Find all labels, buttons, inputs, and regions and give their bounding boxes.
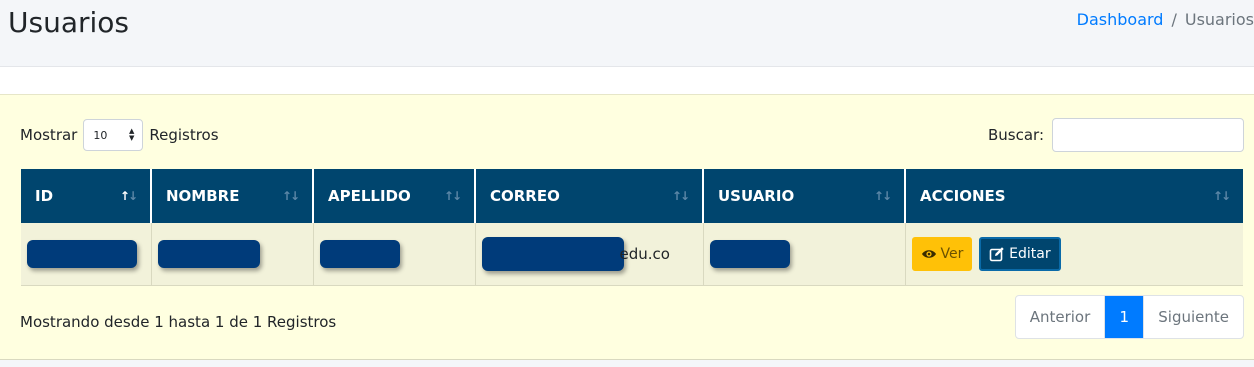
column-header-apellido[interactable]: APELLIDO ↑↓ xyxy=(313,169,476,223)
length-control: Mostrar 10 ▲ ▼ Registros xyxy=(20,119,219,151)
content-spacer xyxy=(0,66,1254,95)
page-length-value: 10 xyxy=(93,128,108,142)
pagination-page-1[interactable]: 1 xyxy=(1105,296,1145,338)
table-row: edu.co Ver Editar xyxy=(21,223,1243,286)
eye-icon xyxy=(921,250,936,258)
records-label: Registros xyxy=(149,126,219,144)
table-info: Mostrando desde 1 hasta 1 de 1 Registros xyxy=(20,313,337,331)
view-button-label: Ver xyxy=(940,245,964,262)
breadcrumb-current: Usuarios xyxy=(1184,10,1254,29)
search-control: Buscar: xyxy=(988,118,1244,152)
show-label: Mostrar xyxy=(20,126,78,144)
pagination: Anterior 1 Siguiente xyxy=(1014,295,1244,339)
sort-icon: ↑↓ xyxy=(671,189,690,203)
redaction-block xyxy=(319,239,400,268)
search-label: Buscar: xyxy=(987,126,1044,144)
email-suffix: edu.co xyxy=(619,244,670,263)
select-caret-icon: ▲ ▼ xyxy=(128,127,135,142)
cell-id xyxy=(21,223,152,286)
redaction-block xyxy=(157,239,260,268)
cell-apellido xyxy=(313,223,476,286)
users-table: ID ↑↓ NOMBRE ↑↓ APELLIDO ↑↓ CORREO ↑↓ USUARI… xyxy=(21,169,1243,286)
column-header-correo[interactable]: CORREO ↑↓ xyxy=(475,169,704,223)
redaction-block xyxy=(481,236,624,271)
sort-icon: ↑↓ xyxy=(281,189,300,203)
cell-usuario xyxy=(703,223,906,286)
edit-button[interactable]: Editar xyxy=(979,236,1061,271)
view-button[interactable]: Ver xyxy=(911,236,973,271)
redaction-block xyxy=(27,239,137,268)
pagination-next[interactable]: Siguiente xyxy=(1144,296,1243,338)
column-header-id[interactable]: ID ↑↓ xyxy=(21,169,152,223)
cell-correo: edu.co xyxy=(475,223,704,286)
breadcrumb-separator: / xyxy=(1171,10,1177,29)
sort-icon: ↑↓ xyxy=(1212,189,1231,203)
table-header-row: ID ↑↓ NOMBRE ↑↓ APELLIDO ↑↓ CORREO ↑↓ USUARI… xyxy=(21,169,1243,223)
column-header-acciones[interactable]: ACCIONES ↑↓ xyxy=(905,169,1243,223)
breadcrumb-dashboard-link[interactable]: Dashboard xyxy=(1077,10,1164,29)
breadcrumb: Dashboard / Usuarios xyxy=(1077,10,1254,29)
redaction-block xyxy=(709,239,790,268)
cell-nombre xyxy=(151,223,314,286)
edit-icon xyxy=(989,247,1004,262)
page-title: Usuarios xyxy=(8,6,129,39)
pagination-prev[interactable]: Anterior xyxy=(1016,296,1106,338)
sort-icon: ↑↓ xyxy=(873,189,892,203)
column-header-nombre[interactable]: NOMBRE ↑↓ xyxy=(151,169,314,223)
page-length-select[interactable]: 10 ▲ ▼ xyxy=(83,119,144,151)
edit-button-label: Editar xyxy=(1009,245,1051,262)
sort-asc-icon: ↑↓ xyxy=(119,189,138,203)
column-header-usuario[interactable]: USUARIO ↑↓ xyxy=(703,169,906,223)
search-input[interactable] xyxy=(1052,118,1244,152)
sort-icon: ↑↓ xyxy=(443,189,462,203)
users-card: Mostrar 10 ▲ ▼ Registros Buscar: ID ↑↓ NOM… xyxy=(0,94,1254,360)
cell-acciones: Ver Editar xyxy=(905,223,1243,286)
